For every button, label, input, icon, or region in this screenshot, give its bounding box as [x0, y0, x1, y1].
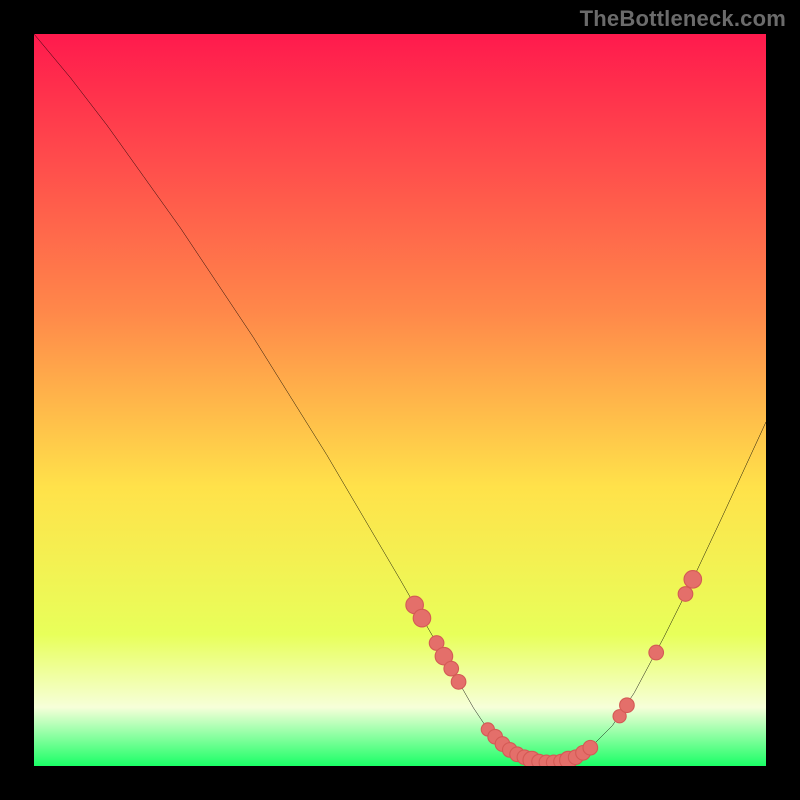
curve-marker [649, 645, 664, 660]
curve-marker [684, 571, 702, 589]
curve-marker [451, 675, 466, 690]
watermark-text: TheBottleneck.com [580, 6, 786, 32]
plot-area [34, 34, 766, 766]
curve-marker [413, 609, 431, 627]
curve-marker [583, 740, 598, 755]
curve-marker [620, 698, 635, 713]
curve-marker [444, 661, 459, 676]
curve-marker [678, 587, 693, 602]
chart-stage: TheBottleneck.com [0, 0, 800, 800]
chart-svg [34, 34, 766, 766]
